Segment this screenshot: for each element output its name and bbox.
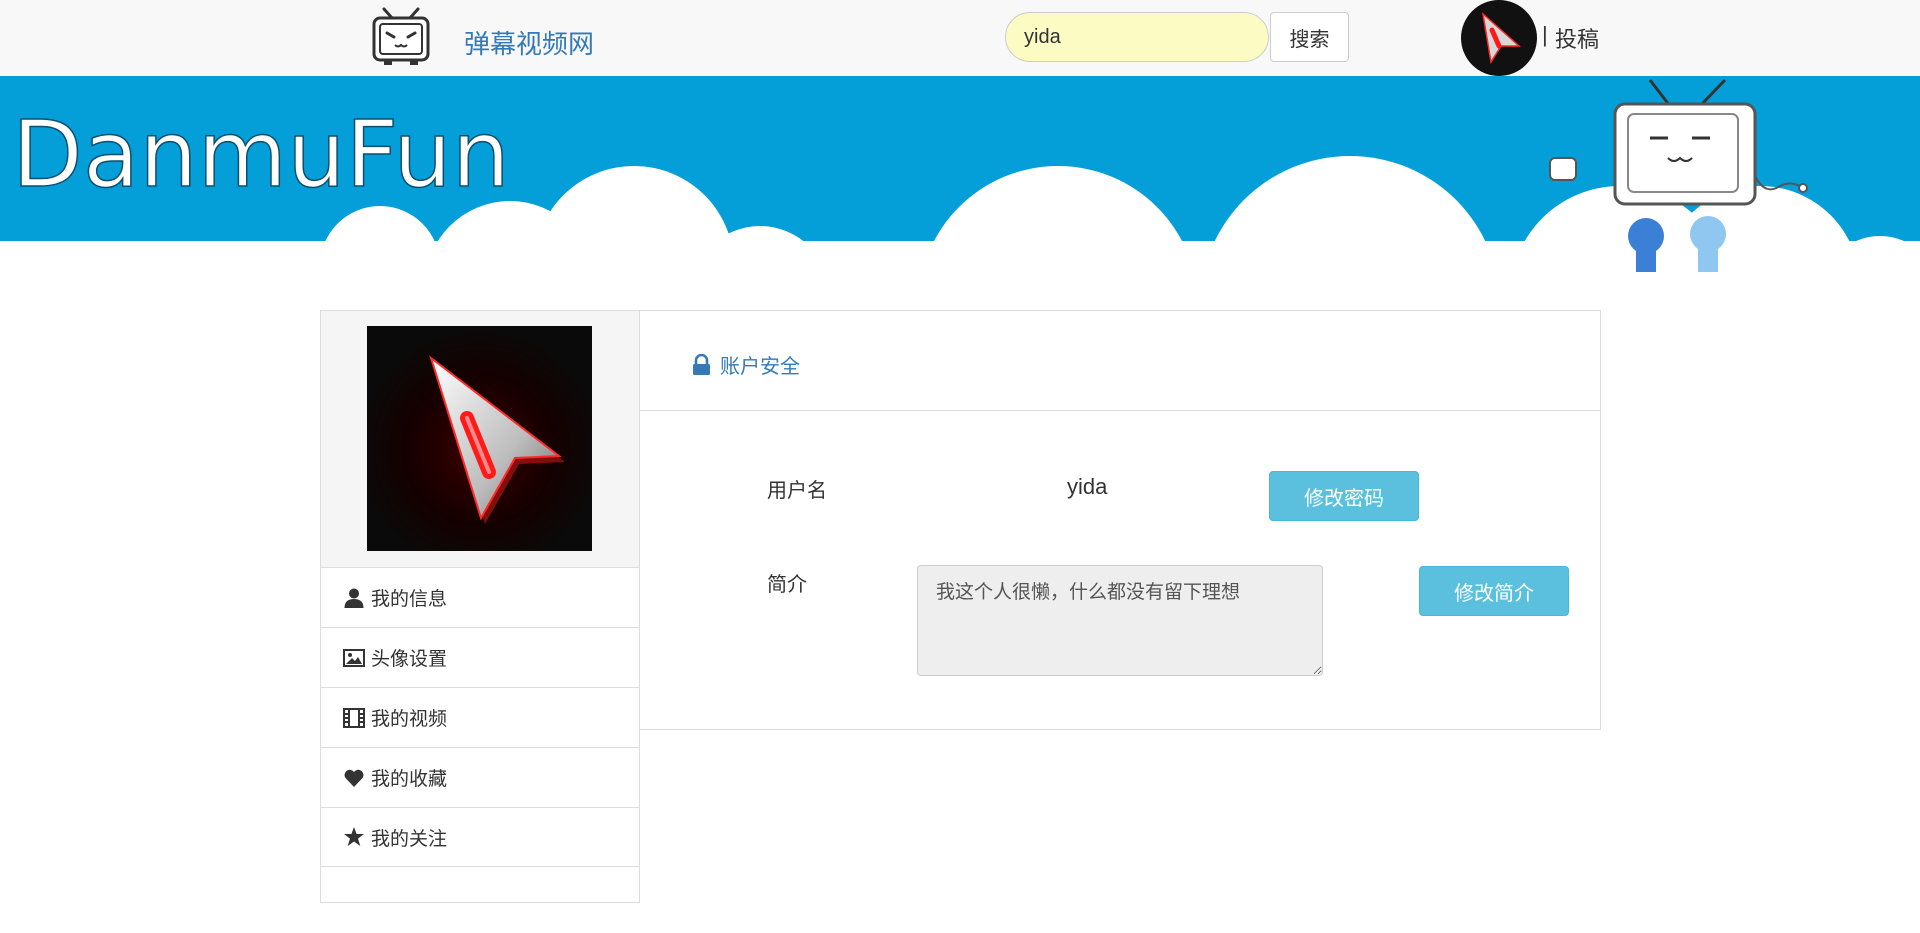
sidebar-item-label: 我的关注 xyxy=(371,828,448,850)
avatar-image xyxy=(1461,0,1537,76)
username-value: yida xyxy=(1067,474,1108,499)
tv-logo-icon[interactable] xyxy=(370,6,432,68)
nav-separator: | xyxy=(1542,22,1548,47)
bio-label: 简介 xyxy=(767,574,807,596)
sidebar-item-label: 我的视频 xyxy=(371,709,448,730)
top-navbar: 弹幕视频网 搜索 | 投稿 xyxy=(0,0,1920,76)
sidebar-item-my-videos[interactable]: 我的视频 xyxy=(321,687,639,747)
sidebar-item-avatar-settings[interactable]: 头像设置 xyxy=(321,627,639,687)
search-button[interactable]: 搜索 xyxy=(1270,12,1349,62)
username-label: 用户名 xyxy=(767,480,827,502)
sidebar-item-label: 我的信息 xyxy=(371,589,448,610)
picture-icon xyxy=(343,647,365,669)
film-icon xyxy=(343,707,365,729)
bio-textarea[interactable]: 我这个人很懒，什么都没有留下理想 xyxy=(917,565,1323,676)
sidebar-item-label: 我的收藏 xyxy=(371,769,448,790)
change-password-button[interactable]: 修改密码 xyxy=(1269,471,1419,521)
profile-avatar-image xyxy=(367,326,592,551)
lock-icon xyxy=(693,353,710,375)
user-icon xyxy=(343,587,365,609)
heart-icon xyxy=(343,767,365,789)
sidebar-menu: 我的信息 头像设置 我的视频 我的收藏 我的关注 xyxy=(321,567,639,867)
sidebar-item-my-info[interactable]: 我的信息 xyxy=(321,567,639,627)
sidebar-item-label: 头像设置 xyxy=(371,649,448,670)
change-bio-button[interactable]: 修改简介 xyxy=(1419,566,1569,616)
sidebar-item-my-favorites[interactable]: 我的收藏 xyxy=(321,747,639,807)
search-input[interactable] xyxy=(1005,12,1269,62)
banner-logo-text: DanmuFun xyxy=(12,101,510,208)
tab-account-security[interactable]: 账户安全 xyxy=(692,350,800,379)
site-name-link[interactable]: 弹幕视频网 xyxy=(464,24,594,61)
star-icon xyxy=(343,826,365,848)
profile-avatar[interactable] xyxy=(367,326,592,551)
user-avatar[interactable] xyxy=(1461,0,1537,76)
banner: DanmuFun xyxy=(0,76,1920,286)
upload-link[interactable]: 投稿 xyxy=(1555,22,1599,54)
sidebar-item-my-following[interactable]: 我的关注 xyxy=(321,807,639,867)
tab-label: 账户安全 xyxy=(720,356,800,378)
